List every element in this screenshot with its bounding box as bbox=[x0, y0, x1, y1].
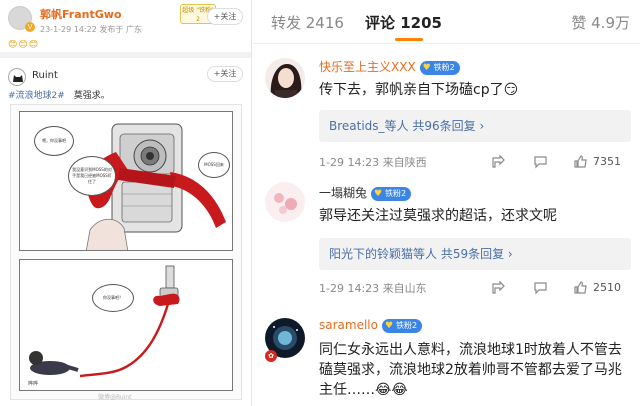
fan-badge: 铁粉2 bbox=[371, 187, 412, 201]
post-emojis: 😊😊😊 bbox=[8, 40, 40, 50]
comment-time-location: 1-29 14:23 来自陕西 bbox=[319, 156, 427, 169]
commenter-name-text: 一塌糊兔 bbox=[319, 186, 368, 200]
fan-badge: 铁粉2 bbox=[419, 61, 460, 75]
like-count: 2510 bbox=[593, 281, 621, 294]
comment-text: 同仁女永远出人意料，流浪地球1时放着人不管去磕莫强求，流浪地球2放着帅哥不管都去… bbox=[319, 342, 622, 398]
reply-summary[interactable]: 阳光下的铃颖猫等人 共59条回复 › bbox=[319, 238, 631, 270]
commenter-avatar[interactable] bbox=[265, 182, 305, 222]
commenter-name[interactable]: 一塌糊兔铁粉2 bbox=[319, 184, 412, 201]
reply-users: 阳光下的铃颖猫等人 bbox=[329, 247, 438, 261]
cable-illustration bbox=[29, 265, 180, 378]
original-post-header: V 郭帆FrantGwo 23-1-29 14:22 发布于 广东 超级 "铁粉… bbox=[0, 0, 251, 58]
commenter-name[interactable]: saramello铁粉2 bbox=[319, 318, 423, 333]
speech-bubble-3: MOSS回来 bbox=[198, 152, 230, 178]
topic-tag-link[interactable]: #流浪地球2# bbox=[8, 91, 65, 101]
tab-comment[interactable]: 评论 1205 bbox=[365, 12, 442, 33]
share-icon[interactable] bbox=[491, 280, 506, 295]
comment-meta: 1-29 14:23 来自山东 2510 bbox=[319, 280, 631, 298]
tab-like[interactable]: 赞 4.9万 bbox=[571, 12, 630, 33]
like-count: 7351 bbox=[593, 155, 621, 168]
repost-author-name[interactable]: Ruint bbox=[32, 70, 58, 81]
follow-button[interactable]: +关注 bbox=[207, 8, 243, 25]
reply-count: 共59条回复 › bbox=[440, 247, 513, 261]
verified-badge-icon: V bbox=[25, 22, 35, 32]
like-icon[interactable] bbox=[573, 154, 588, 169]
commenter-avatar[interactable] bbox=[265, 58, 305, 98]
repost-author-avatar[interactable] bbox=[8, 68, 26, 86]
share-icon[interactable] bbox=[491, 154, 506, 169]
commenter-name-text: saramello bbox=[319, 318, 378, 332]
comic-panel-2: 你没事吧？ 哗哗 bbox=[19, 259, 233, 391]
speech-bubble-4: 你没事吧？ bbox=[92, 284, 134, 312]
comment-text: 郭导还关注过莫强求的超话，还求文呢 bbox=[319, 208, 557, 224]
tab-repost[interactable]: 转发 2416 bbox=[271, 12, 344, 33]
post-meta: 23-1-29 14:22 发布于 广东 bbox=[40, 25, 142, 34]
weibo-post-pane: V 郭帆FrantGwo 23-1-29 14:22 发布于 广东 超级 "铁粉… bbox=[0, 0, 252, 406]
comic-image[interactable]: 喂，你没事吧 我没意识到MOSS的对手是我已经被MOSS盯住了 MOSS回来 你… bbox=[10, 104, 242, 400]
comment-item: 一塌糊兔铁粉2 郭导还关注过莫强求的超话，还求文呢 阳光下的铃颖猫等人 共59条… bbox=[253, 178, 640, 300]
cat-icon bbox=[13, 75, 23, 82]
repost-body: 莫强求。 bbox=[73, 91, 110, 101]
comic-panel-1: 喂，你没事吧 我没意识到MOSS的对手是我已经被MOSS盯住了 MOSS回来 bbox=[19, 111, 233, 251]
reply-users: Breatids_等人 bbox=[329, 119, 409, 133]
reply-summary[interactable]: Breatids_等人 共96条回复 › bbox=[319, 110, 631, 142]
comic-caption: 哗哗 bbox=[28, 381, 39, 387]
like-icon[interactable] bbox=[573, 280, 588, 295]
fan-badge: 铁粉2 bbox=[381, 319, 423, 333]
post-author-name[interactable]: 郭帆FrantGwo bbox=[40, 6, 122, 22]
comments-pane: 转发 2416 评论 1205 赞 4.9万 快乐至上主义XXX铁粉2 传下去，… bbox=[253, 0, 640, 406]
speech-bubble-2: 我没意识到MOSS的对手是我已经被MOSS盯住了 bbox=[68, 156, 116, 196]
commenter-name-text: 快乐至上主义XXX bbox=[319, 60, 416, 74]
reply-count: 共96条回复 › bbox=[412, 119, 485, 133]
tab-bar: 转发 2416 评论 1205 赞 4.9万 bbox=[253, 0, 640, 44]
portrait-avatar-icon bbox=[265, 58, 305, 98]
repost-follow-button[interactable]: +关注 bbox=[207, 66, 243, 82]
flower-avatar-icon bbox=[265, 182, 305, 222]
text-divider bbox=[68, 91, 71, 101]
commenter-name[interactable]: 快乐至上主义XXX铁粉2 bbox=[319, 58, 460, 75]
comment-time-location: 1-29 14:23 来自山东 bbox=[319, 282, 427, 295]
comment-item: ✿ saramello铁粉2 同仁女永远出人意料，流浪地球1时放着人不管去磕莫强… bbox=[253, 312, 640, 406]
comment-icon[interactable] bbox=[533, 280, 548, 295]
comment-meta: 1-29 14:23 来自陕西 7351 bbox=[319, 154, 631, 172]
region-flag-icon: ✿ bbox=[265, 350, 277, 362]
image-watermark: 微博@Ruint bbox=[98, 394, 132, 401]
comment-text: 传下去，郭帆亲自下场磕cp了😏 bbox=[319, 82, 519, 98]
repost-text: #流浪地球2# 莫强求。 bbox=[8, 88, 110, 101]
speech-bubble-1: 喂，你没事吧 bbox=[34, 126, 74, 156]
active-tab-indicator bbox=[395, 38, 423, 41]
comment-item: 快乐至上主义XXX铁粉2 传下去，郭帆亲自下场磕cp了😏 Breatids_等人… bbox=[253, 52, 640, 174]
comment-icon[interactable] bbox=[533, 154, 548, 169]
